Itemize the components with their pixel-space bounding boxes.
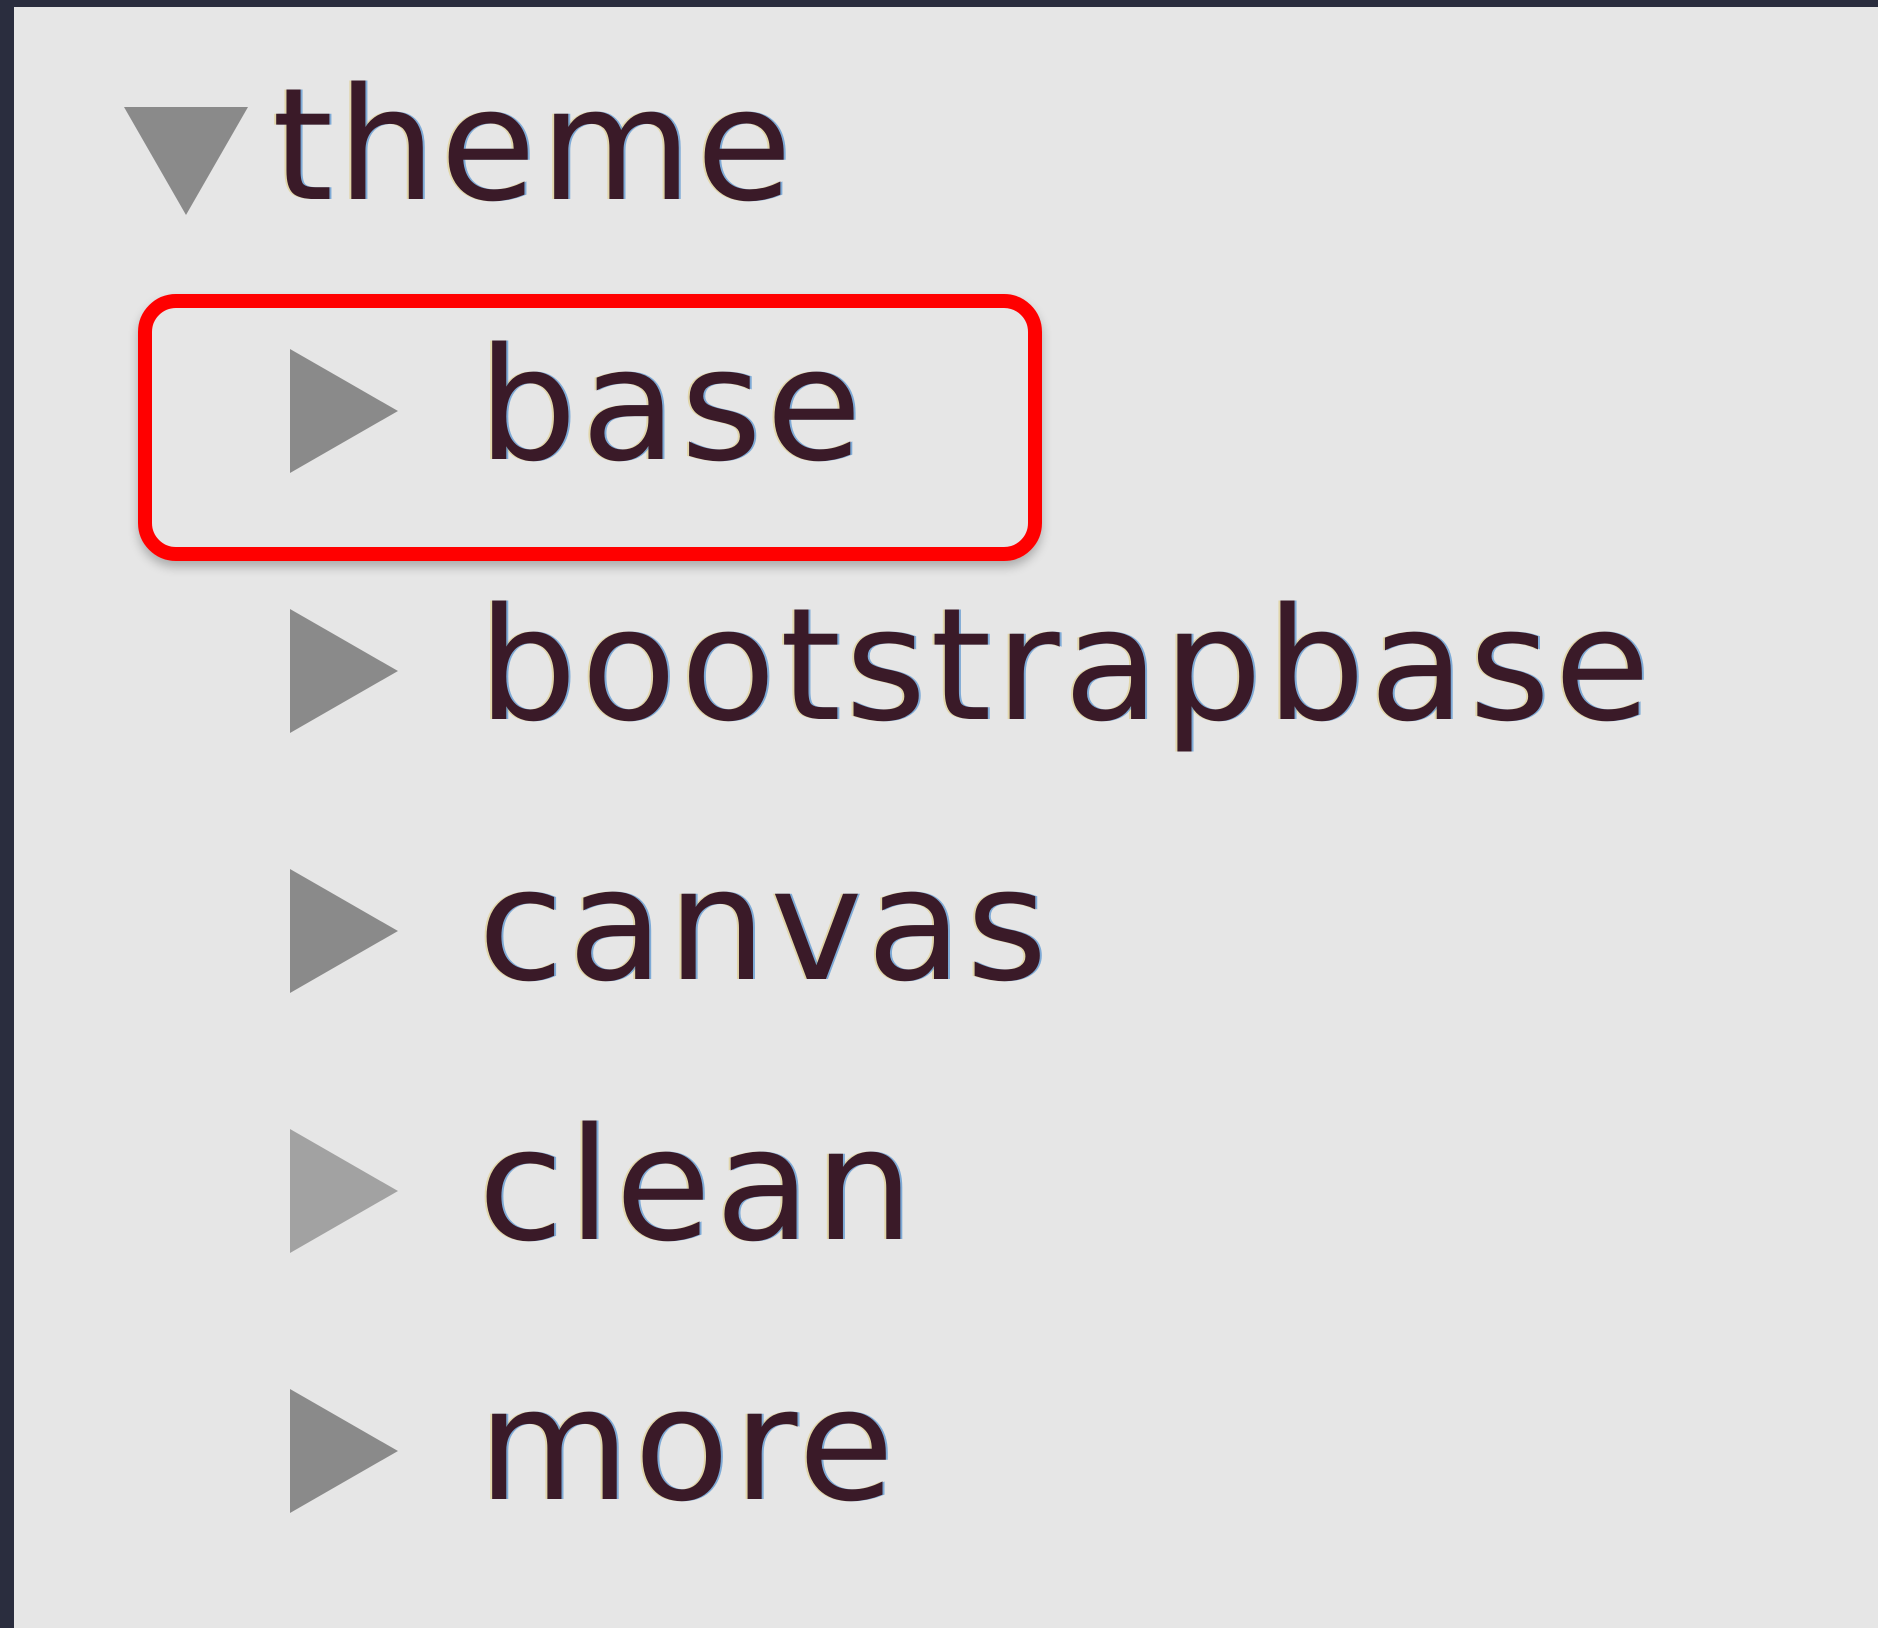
tree-item-label: canvas: [478, 834, 1052, 1016]
file-tree-panel: theme base bootstrapbase canvas clean mo…: [14, 7, 1878, 1628]
tree-item-label: base: [478, 314, 866, 496]
chevron-down-icon[interactable]: [124, 107, 248, 215]
tree-item-more[interactable]: more: [14, 1367, 1114, 1531]
chevron-right-icon[interactable]: [290, 1129, 398, 1253]
tree-item-canvas[interactable]: canvas: [14, 847, 1214, 1011]
tree-item-clean[interactable]: clean: [14, 1107, 1114, 1271]
tree-item-theme[interactable]: theme: [14, 67, 1014, 227]
tree-item-label: theme: [272, 54, 796, 236]
chevron-right-icon[interactable]: [290, 609, 398, 733]
tree-item-label: more: [478, 1354, 899, 1536]
chevron-right-icon[interactable]: [290, 349, 398, 473]
tree-item-label: bootstrapbase: [478, 574, 1655, 756]
chevron-right-icon[interactable]: [290, 869, 398, 993]
tree-item-label: clean: [478, 1094, 918, 1276]
chevron-right-icon[interactable]: [290, 1389, 398, 1513]
tree-item-base[interactable]: base: [14, 327, 1014, 491]
tree-item-bootstrapbase[interactable]: bootstrapbase: [14, 587, 1714, 751]
